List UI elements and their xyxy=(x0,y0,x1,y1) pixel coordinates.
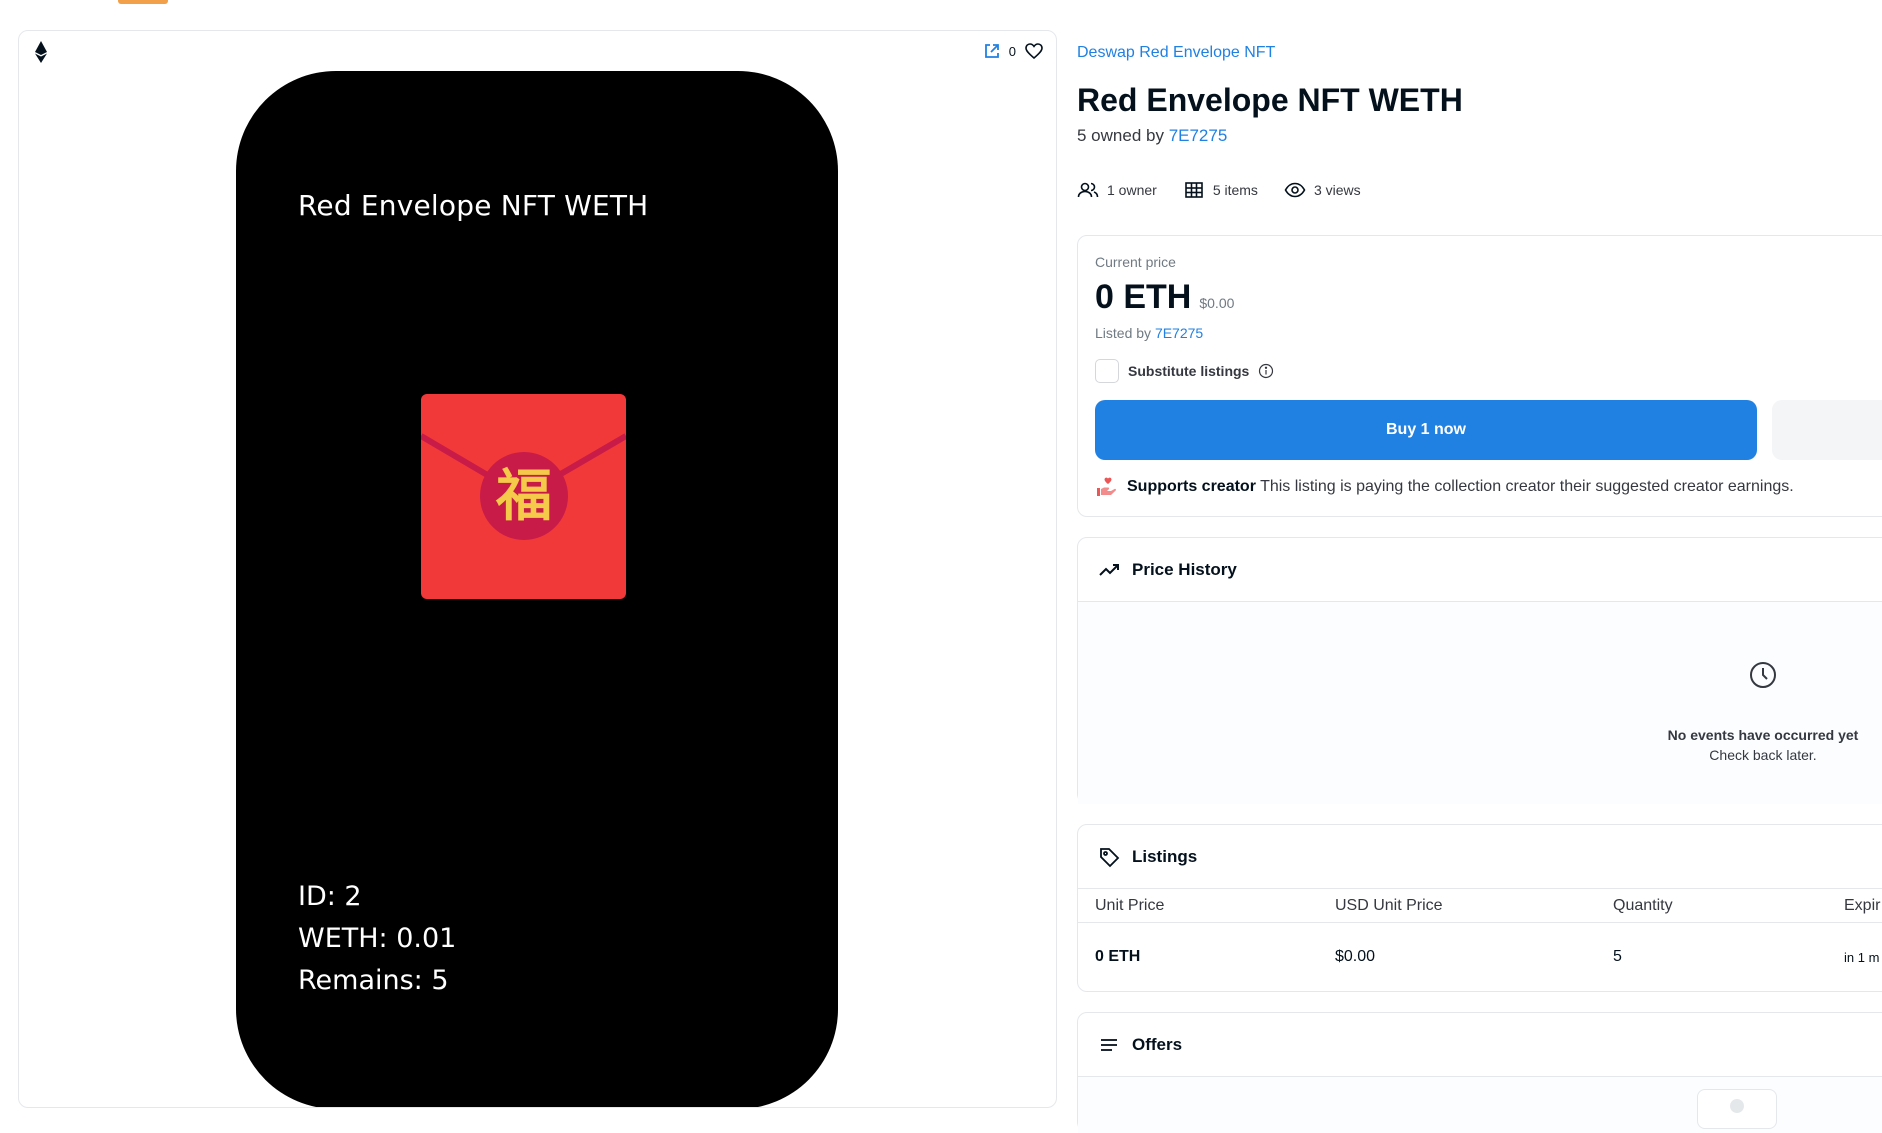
asset-stats: 1 owner 5 items 3 views xyxy=(1077,181,1361,199)
fortune-seal: 福 xyxy=(480,452,568,540)
make-offer-button[interactable] xyxy=(1772,400,1882,460)
fortune-character: 福 xyxy=(496,463,552,529)
listed-prefix: Listed by xyxy=(1095,325,1155,341)
people-icon xyxy=(1077,182,1099,198)
buy-now-button[interactable]: Buy 1 now xyxy=(1095,400,1757,460)
asset-details: Deswap Red Envelope NFT Red Envelope NFT… xyxy=(1077,0,1882,1133)
listings-title: Listings xyxy=(1132,846,1198,866)
listing-usd-price: $0.00 xyxy=(1335,948,1376,965)
price-history-title: Price History xyxy=(1132,559,1237,579)
listing-expiration: in 1 m xyxy=(1844,949,1880,965)
substitute-label: Substitute listings xyxy=(1128,363,1250,379)
column-quantity: Quantity xyxy=(1613,896,1673,914)
tag-icon xyxy=(1100,847,1120,867)
media-card: 0 Red Envelope NFT WETH 福 ID: 2 WETH: 0.… xyxy=(18,30,1057,1108)
listings-column-headers: Unit Price USD Unit Price Quantity Expir xyxy=(1078,889,1882,923)
red-envelope-graphic: 福 xyxy=(421,394,626,599)
stat-items-label: 5 items xyxy=(1212,182,1258,198)
offers-body xyxy=(1078,1077,1882,1133)
owned-prefix: 5 owned by xyxy=(1077,126,1169,145)
offers-header[interactable]: Offers xyxy=(1078,1013,1882,1077)
table-row: 0 ETH $0.00 5 in 1 m xyxy=(1078,923,1882,991)
card-actions: 0 xyxy=(983,41,1044,61)
clock-icon xyxy=(1750,662,1776,688)
no-events-subtitle: Check back later. xyxy=(1709,747,1817,763)
nft-image-info: ID: 2 WETH: 0.01 Remains: 5 xyxy=(298,876,456,1002)
price-card: Current price 0 ETH $0.00 Listed by 7E72… xyxy=(1077,235,1882,517)
listing-unit-price: 0 ETH xyxy=(1095,948,1141,965)
stat-owners: 1 owner xyxy=(1077,181,1157,199)
top-bar-accent xyxy=(118,0,168,4)
price-row: 0 ETH $0.00 xyxy=(1095,278,1234,317)
column-usd-unit-price: USD Unit Price xyxy=(1335,896,1443,914)
price-history-body: No events have occurred yet Check back l… xyxy=(1078,602,1882,804)
listing-quantity: 5 xyxy=(1613,948,1622,965)
substitute-checkbox[interactable] xyxy=(1095,359,1119,383)
hand-heart-icon xyxy=(1097,477,1116,496)
price-eth: 0 ETH xyxy=(1095,278,1192,316)
price-history-panel: Price History No events have occurred ye… xyxy=(1077,537,1882,804)
favorite-count: 0 xyxy=(1008,43,1016,59)
price-usd: $0.00 xyxy=(1199,295,1235,311)
supports-creator: Supports creator This listing is paying … xyxy=(1095,476,1794,498)
nft-weth: WETH: 0.01 xyxy=(298,923,457,954)
nft-remains: Remains: 5 xyxy=(298,965,449,996)
trending-up-icon xyxy=(1099,563,1119,576)
stat-owners-label: 1 owner xyxy=(1107,182,1157,198)
owned-by: 5 owned by 7E7275 xyxy=(1077,126,1227,146)
collection-link[interactable]: Deswap Red Envelope NFT xyxy=(1077,44,1275,62)
offers-panel: Offers xyxy=(1077,1012,1882,1133)
current-price-label: Current price xyxy=(1095,254,1176,270)
listings-panel: Listings Unit Price USD Unit Price Quant… xyxy=(1077,824,1882,992)
heart-icon[interactable] xyxy=(1024,41,1044,61)
eye-icon xyxy=(1284,182,1306,198)
asset-title: Red Envelope NFT WETH xyxy=(1077,82,1463,118)
substitute-listings: Substitute listings xyxy=(1095,359,1274,383)
offers-loading-indicator xyxy=(1697,1089,1777,1129)
price-history-header[interactable]: Price History xyxy=(1078,538,1882,602)
lister-link[interactable]: 7E7275 xyxy=(1155,325,1203,341)
external-link-icon[interactable] xyxy=(983,42,1001,60)
owner-link[interactable]: 7E7275 xyxy=(1169,126,1228,145)
stat-items: 5 items xyxy=(1183,181,1258,199)
ethereum-icon xyxy=(35,41,47,63)
list-icon xyxy=(1101,1038,1117,1051)
column-expiration: Expir xyxy=(1844,896,1881,914)
nft-id: ID: 2 xyxy=(298,881,362,912)
grid-icon xyxy=(1185,182,1203,198)
info-icon[interactable] xyxy=(1258,363,1274,379)
supports-title: Supports creator xyxy=(1127,478,1256,495)
nft-image: Red Envelope NFT WETH 福 ID: 2 WETH: 0.01… xyxy=(236,71,838,1107)
column-unit-price: Unit Price xyxy=(1095,896,1165,914)
offers-title: Offers xyxy=(1132,1034,1183,1054)
listings-header[interactable]: Listings xyxy=(1078,825,1882,889)
stat-views-label: 3 views xyxy=(1313,182,1361,198)
stat-views: 3 views xyxy=(1284,181,1361,199)
nft-image-title: Red Envelope NFT WETH xyxy=(298,189,649,222)
no-events-title: No events have occurred yet xyxy=(1667,727,1859,743)
listed-by: Listed by 7E7275 xyxy=(1095,325,1203,341)
supports-text: This listing is paying the collection cr… xyxy=(1255,478,1794,495)
